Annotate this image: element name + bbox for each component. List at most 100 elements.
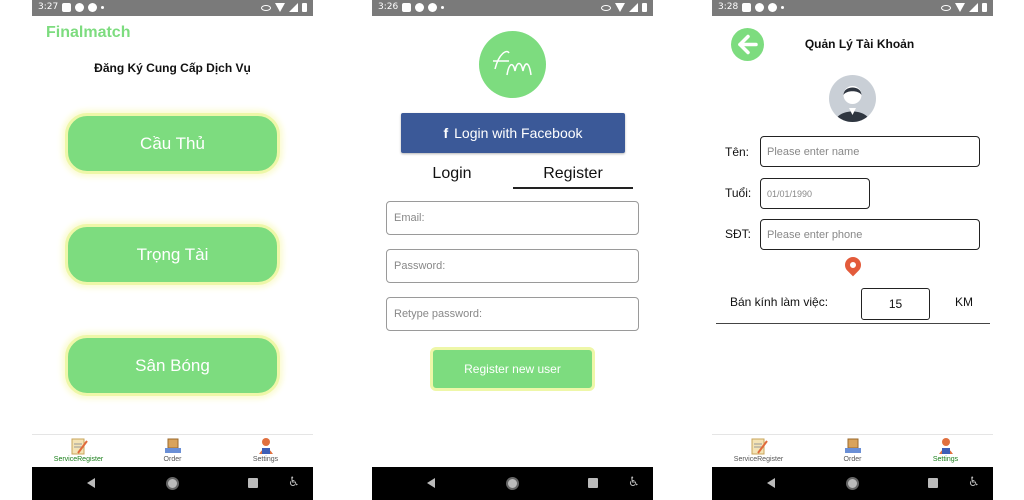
nav-settings[interactable]: Settings (899, 435, 992, 468)
battery-icon (642, 3, 647, 12)
home-icon[interactable] (506, 477, 519, 490)
field-button[interactable]: Sân Bóng (65, 335, 280, 396)
notification-icon (75, 3, 84, 12)
radius-unit-label: KM (955, 295, 973, 309)
back-icon[interactable] (427, 478, 435, 488)
system-nav-bar: ♿ (32, 467, 313, 500)
account-screen: 3:28 Quản Lý Tài Khoản Tên: Tuổi: (712, 0, 993, 500)
user-avatar-icon (835, 86, 870, 122)
name-label: Tên: (725, 145, 750, 159)
tab-register[interactable]: Register (513, 165, 633, 189)
notification-icon (755, 3, 764, 12)
nav-service-register[interactable]: ServiceRegister (712, 435, 805, 468)
bottom-nav: ServiceRegister Order Settings (712, 434, 993, 467)
accessibility-icon[interactable]: ♿ (968, 475, 980, 490)
bottom-nav: ServiceRegister Order Settings (32, 434, 313, 467)
wifi-icon (955, 3, 965, 12)
notification-icons (742, 3, 784, 12)
signal-icon (289, 3, 298, 12)
recent-apps-icon[interactable] (928, 478, 938, 488)
service-register-screen: 3:27 Finalmatch Đăng Ký Cung Cấp Dịch Vụ… (32, 0, 313, 500)
signal-icon (969, 3, 978, 12)
wifi-icon (275, 3, 285, 12)
eye-icon (941, 4, 951, 11)
divider (716, 323, 990, 324)
status-time: 3:26 (378, 2, 399, 12)
register-new-user-button[interactable]: Register new user (430, 347, 595, 391)
status-bar: 3:27 (32, 0, 313, 16)
system-icons (261, 3, 307, 12)
notification-icon (742, 3, 751, 12)
back-button[interactable] (731, 28, 764, 61)
home-icon[interactable] (166, 477, 179, 490)
package-icon (844, 438, 861, 453)
recent-apps-icon[interactable] (248, 478, 258, 488)
app-title: Finalmatch (46, 24, 131, 41)
age-label: Tuổi: (725, 186, 752, 200)
location-pin-icon[interactable] (841, 253, 865, 277)
eye-icon (261, 4, 271, 11)
page-title: Đăng Ký Cung Cấp Dịch Vụ (94, 61, 251, 75)
recent-apps-icon[interactable] (588, 478, 598, 488)
app-logo-mark (493, 50, 532, 76)
status-bar: 3:28 (712, 0, 993, 16)
nav-order[interactable]: Order (126, 435, 219, 468)
arrow-left-icon (738, 34, 758, 55)
back-icon[interactable] (87, 478, 95, 488)
name-field[interactable] (760, 136, 980, 167)
home-icon[interactable] (846, 477, 859, 490)
notification-icon (428, 3, 437, 12)
more-notifications-icon (101, 6, 104, 9)
facebook-login-button[interactable]: f Login with Facebook (401, 113, 625, 153)
phone-field[interactable] (760, 219, 980, 250)
work-radius-label: Bán kính làm việc: (730, 295, 829, 309)
accessibility-icon[interactable]: ♿ (628, 475, 640, 490)
system-icons (601, 3, 647, 12)
retype-password-field[interactable] (386, 297, 639, 331)
birthdate-field[interactable] (760, 178, 870, 209)
system-nav-bar: ♿ (712, 467, 993, 500)
notification-icon (415, 3, 424, 12)
battery-icon (302, 3, 307, 12)
signal-icon (629, 3, 638, 12)
referee-button[interactable]: Trọng Tài (65, 224, 280, 285)
page-title: Quản Lý Tài Khoản (804, 37, 915, 51)
user-settings-icon (938, 438, 953, 454)
system-nav-bar: ♿ (372, 467, 653, 500)
nav-label: Order (843, 456, 862, 463)
nav-settings[interactable]: Settings (219, 435, 312, 468)
status-time: 3:27 (38, 2, 59, 12)
facebook-login-label: Login with Facebook (454, 125, 583, 141)
more-notifications-icon (441, 6, 444, 9)
nav-label: ServiceRegister (53, 456, 104, 463)
accessibility-icon[interactable]: ♿ (288, 475, 300, 490)
password-field[interactable] (386, 249, 639, 283)
system-icons (941, 3, 987, 12)
notification-icon (62, 3, 71, 12)
notification-icon (402, 3, 411, 12)
nav-label: ServiceRegister (733, 456, 784, 463)
more-notifications-icon (781, 6, 784, 9)
facebook-icon: f (443, 125, 449, 141)
service-register-icon (751, 438, 768, 455)
app-logo (479, 31, 546, 98)
player-button[interactable]: Cầu Thủ (65, 113, 280, 174)
nav-service-register[interactable]: ServiceRegister (32, 435, 125, 468)
email-field[interactable] (386, 201, 639, 235)
avatar[interactable] (829, 75, 876, 122)
nav-label: Settings (252, 456, 279, 463)
notification-icon (768, 3, 777, 12)
notification-icons (62, 3, 104, 12)
status-bar: 3:26 (372, 0, 653, 16)
work-radius-input[interactable]: 15 (861, 288, 930, 320)
status-time: 3:28 (718, 2, 739, 12)
wifi-icon (615, 3, 625, 12)
nav-order[interactable]: Order (806, 435, 899, 468)
tab-login[interactable]: Login (402, 165, 502, 189)
back-icon[interactable] (767, 478, 775, 488)
nav-label: Settings (932, 456, 959, 463)
phone-label: SĐT: (725, 227, 752, 241)
package-icon (164, 438, 181, 453)
notification-icon (88, 3, 97, 12)
register-screen: 3:26 f Login with Facebook Login Register… (372, 0, 653, 500)
